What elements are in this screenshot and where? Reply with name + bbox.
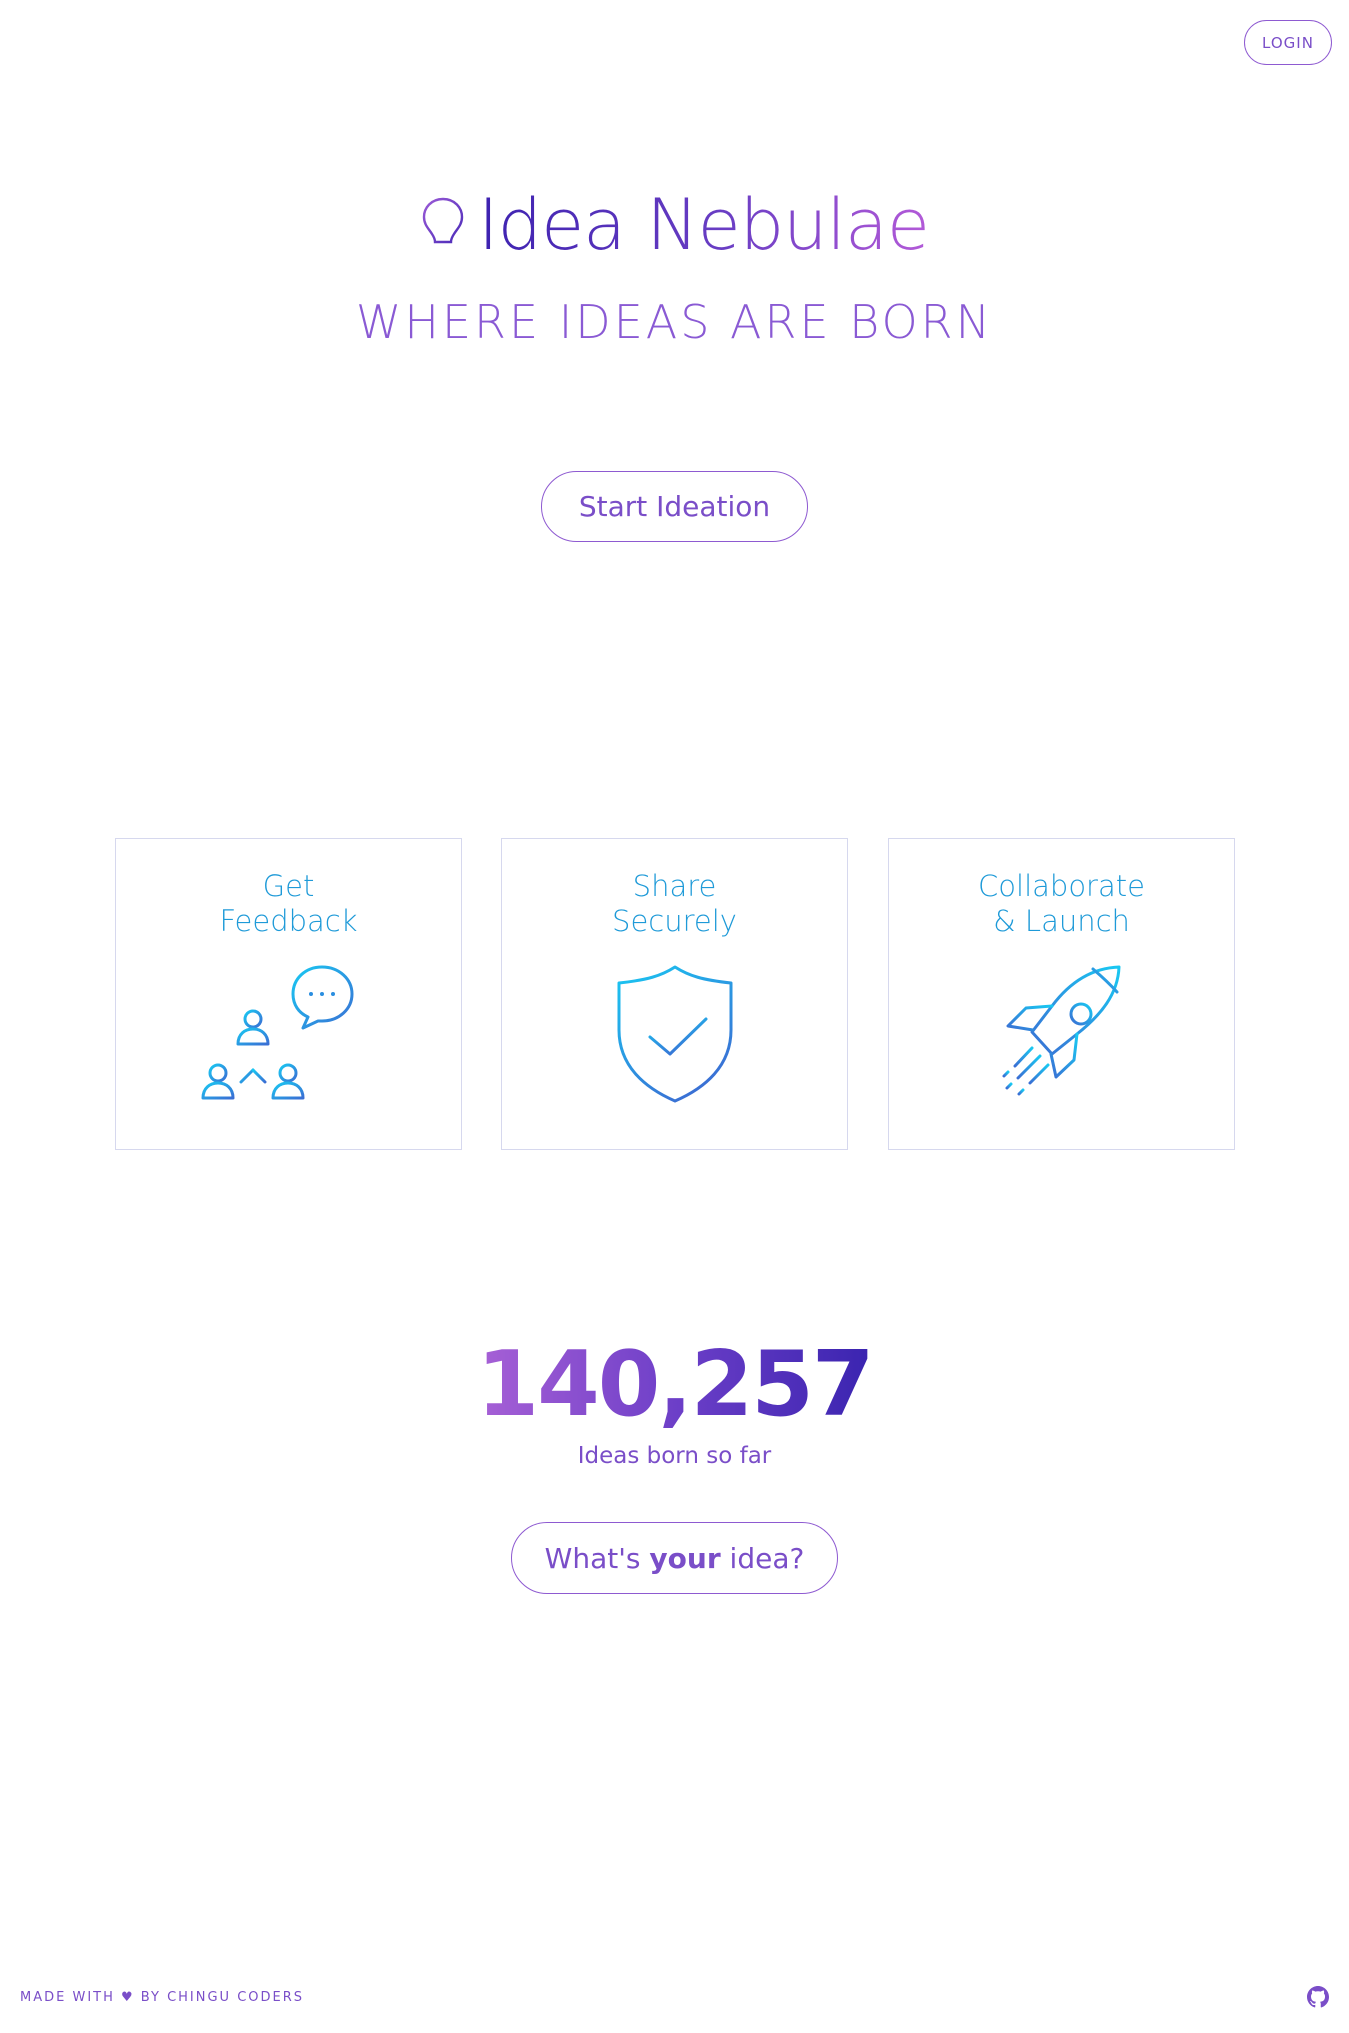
whats-your-idea-button[interactable]: What's your idea? [511,1522,838,1594]
start-ideation-button[interactable]: Start Ideation [541,471,808,542]
github-icon[interactable] [1307,1986,1329,2008]
cta-prefix: What's [544,1541,650,1575]
lightbulb-icon [422,197,464,259]
feature-title-line: Feedback [219,904,358,938]
cta-suffix: idea? [720,1541,805,1575]
feature-title: Collaborate & Launch [889,869,1234,939]
feature-title: Get Feedback [116,869,461,939]
landing-page: LOGIN Idea Nebulae WHERE IDEAS ARE BORN … [0,0,1349,2033]
brand-title: Idea Nebulae [478,180,930,270]
feature-title-line: Share [632,869,717,903]
ideas-count-number: 140,257 [477,1325,875,1445]
shield-check-icon [617,965,733,1103]
rocket-icon [1002,965,1121,1096]
footer-credit: MADE WITH ♥ BY CHINGU CODERS [20,1990,305,2005]
feature-title-line: Get [262,869,315,903]
brand-header: Idea Nebulae [0,180,1349,270]
feature-title-line: Collaborate [978,869,1145,903]
login-button[interactable]: LOGIN [1244,20,1332,65]
ideas-count-caption: Ideas born so far [577,1443,772,1469]
cta-emphasis: your [649,1541,721,1575]
feature-cards: Get Feedback Share Securely Collaborate … [115,838,1235,1150]
feature-card-launch: Collaborate & Launch [888,838,1235,1150]
feature-title-line: & Launch [993,904,1130,938]
feature-card-security: Share Securely [501,838,848,1150]
tagline: WHERE IDEAS ARE BORN [355,295,994,349]
feature-title-line: Securely [612,904,737,938]
ideas-count: 140,257 [0,1325,1349,1445]
feature-title: Share Securely [502,869,847,939]
people-chat-icon [201,965,354,1100]
feature-card-feedback: Get Feedback [115,838,462,1150]
